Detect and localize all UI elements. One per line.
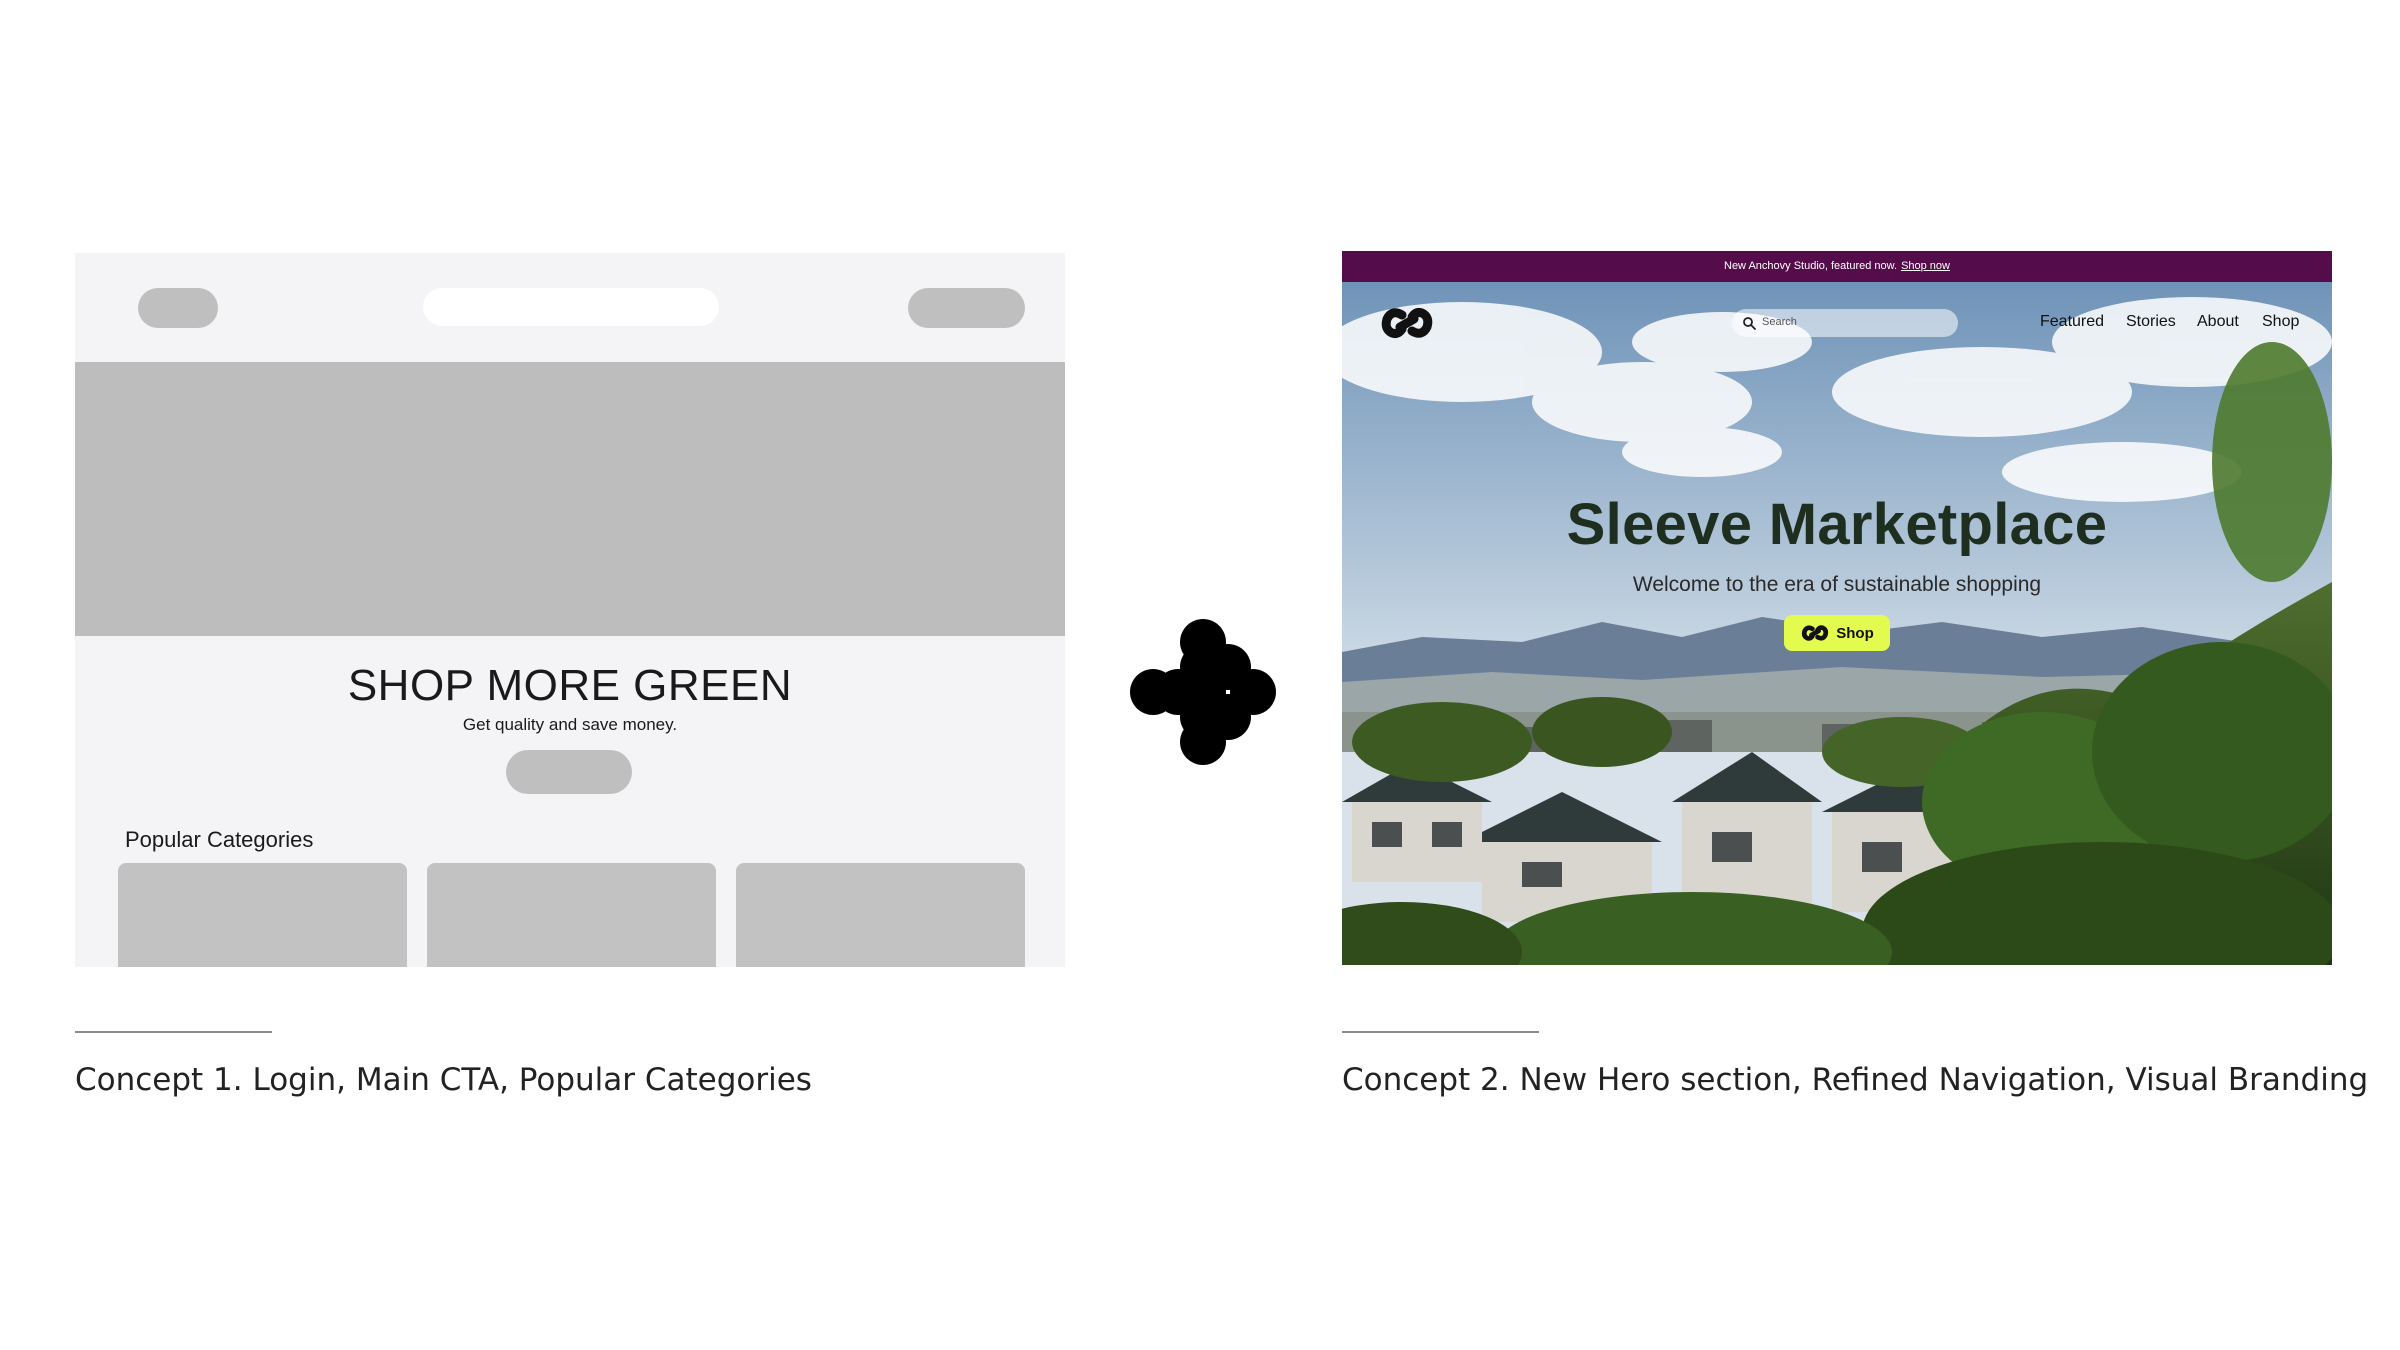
shop-cta-label: Shop [1836, 624, 1874, 642]
wireframe-category-card[interactable] [427, 863, 716, 967]
announcement-link[interactable]: Shop now [1901, 260, 1950, 272]
brand-logo-icon [1802, 625, 1829, 641]
nav-item-featured[interactable]: Featured [2040, 313, 2104, 331]
concept1-caption: Concept 1. Login, Main CTA, Popular Cate… [75, 1062, 812, 1098]
wireframe-account-button[interactable] [908, 288, 1025, 328]
wireframe-subheadline: Get quality and save money. [462, 715, 678, 734]
wireframe-category-card[interactable] [118, 863, 407, 967]
wireframe-categories-heading: Popular Categories [125, 827, 314, 852]
wireframe-hero-placeholder [75, 362, 1065, 636]
nav-item-stories[interactable]: Stories [2126, 313, 2176, 331]
concept2-mockup: New Anchovy Studio, featured now. Shop no… [1342, 251, 2332, 965]
announcement-text: New Anchovy Studio, featured now. [1724, 260, 1898, 272]
search-icon [1743, 317, 1756, 330]
search-placeholder: Search [1762, 316, 1797, 328]
wireframe-login-button[interactable] [138, 288, 218, 328]
wireframe-cta-button[interactable] [506, 750, 632, 794]
hero-tagline: Welcome to the era of sustainable shoppi… [1632, 573, 2042, 596]
nav-item-about[interactable]: About [2197, 313, 2239, 331]
brand-logo-icon[interactable] [1378, 303, 1436, 343]
concept2-caption: Concept 2. New Hero section, Refined Nav… [1342, 1062, 2369, 1098]
nav-item-shop[interactable]: Shop [2262, 313, 2299, 331]
arrow-right-icon [1130, 619, 1276, 765]
concept1-wireframe: SHOP MORE GREEN Get quality and save mon… [75, 253, 1065, 967]
wireframe-headline: SHOP MORE GREEN [347, 661, 793, 710]
wireframe-search-bar[interactable] [423, 288, 719, 326]
wireframe-category-card[interactable] [736, 863, 1025, 967]
caption-divider [1342, 1031, 1539, 1033]
search-input[interactable]: Search [1732, 309, 1958, 337]
hero-title: Sleeve Marketplace [1566, 492, 2108, 557]
caption-divider [75, 1031, 272, 1033]
shop-cta-button[interactable]: Shop [1784, 615, 1890, 651]
announcement-bar: New Anchovy Studio, featured now. Shop no… [1342, 251, 2332, 282]
